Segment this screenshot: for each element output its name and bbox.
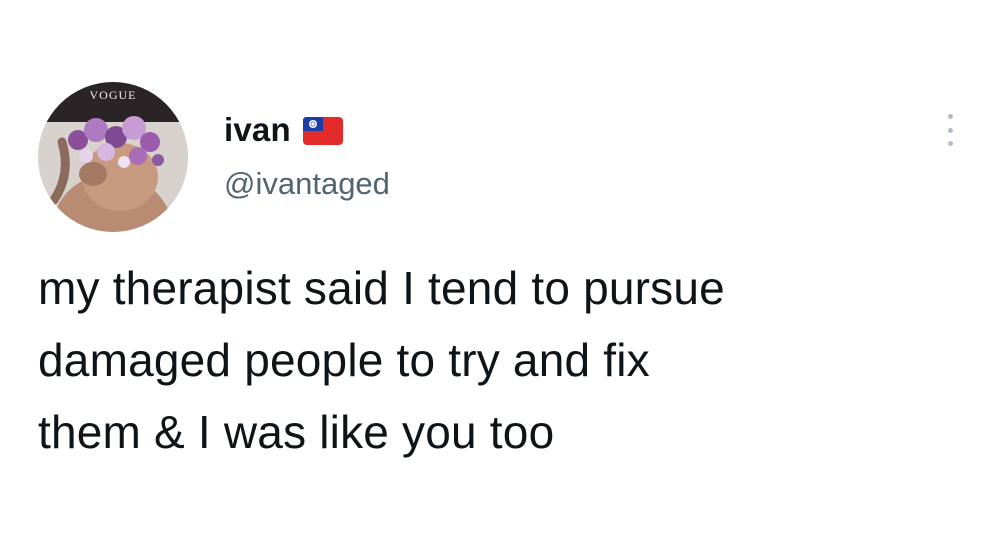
taiwan-flag-icon xyxy=(302,117,343,145)
tweet-card: VOGUE ivan @ivantaged my therapist said … xyxy=(0,0,1000,540)
user-handle[interactable]: @ivantaged xyxy=(224,166,390,202)
more-dot xyxy=(947,114,953,119)
profile-photo-icon: VOGUE xyxy=(38,82,188,232)
tweet-text: my therapist said I tend to pursue damag… xyxy=(38,252,978,468)
author-name-row: ivan xyxy=(224,108,343,152)
tweet-text-line: them & I was like you too xyxy=(38,406,555,458)
display-name[interactable]: ivan xyxy=(224,111,291,149)
tweet-text-line: my therapist said I tend to pursue xyxy=(38,262,725,314)
more-options-icon[interactable] xyxy=(936,110,964,150)
tweet-text-line: damaged people to try and fix xyxy=(38,334,650,386)
avatar[interactable]: VOGUE xyxy=(38,82,188,232)
more-dot xyxy=(947,127,953,133)
more-dot xyxy=(947,141,953,146)
avatar-overlay-text: VOGUE xyxy=(90,88,137,102)
